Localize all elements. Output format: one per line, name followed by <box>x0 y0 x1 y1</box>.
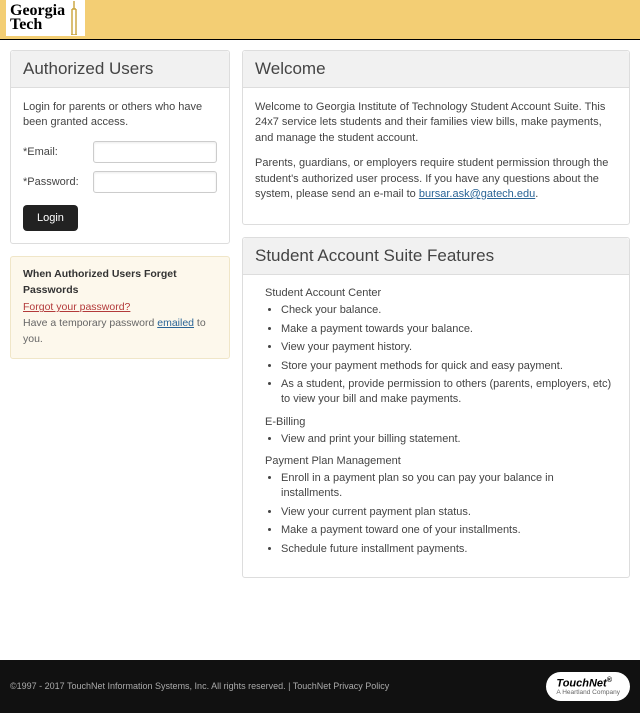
login-panel-title: Authorized Users <box>11 51 229 88</box>
logo: Georgia Tech <box>6 0 85 36</box>
ppm-list: Enroll in a payment plan so you can pay … <box>255 471 617 557</box>
footer-spacer <box>0 600 640 660</box>
footer-brand-wrap: TouchNet® A Heartland Company <box>546 672 630 701</box>
welcome-p2-post: . <box>535 188 538 200</box>
list-item: Store your payment methods for quick and… <box>281 359 617 374</box>
help-title: When Authorized Users Forget Passwords <box>23 267 217 299</box>
login-button[interactable]: Login <box>23 205 78 231</box>
ppm-head: Payment Plan Management <box>265 455 617 467</box>
email-label: *Email: <box>23 146 93 158</box>
email-input[interactable] <box>93 141 217 163</box>
logo-line2: Tech <box>10 16 42 33</box>
sac-list: Check your balance. Make a payment towar… <box>255 303 617 407</box>
features-title: Student Account Suite Features <box>243 238 629 275</box>
logo-text: Georgia Tech <box>10 4 65 31</box>
eb-head: E-Billing <box>265 416 617 428</box>
features-panel: Student Account Suite Features Student A… <box>242 237 630 578</box>
touchnet-logo-sub: A Heartland Company <box>556 689 620 696</box>
login-intro: Login for parents or others who have bee… <box>23 100 217 131</box>
list-item: As a student, provide permission to othe… <box>281 377 617 408</box>
list-item: Check your balance. <box>281 303 617 318</box>
contact-email-link[interactable]: bursar.ask@gatech.edu <box>419 188 535 200</box>
list-item: Make a payment toward one of your instal… <box>281 523 617 538</box>
tower-icon <box>67 1 81 35</box>
content-area: Authorized Users Login for parents or ot… <box>0 40 640 600</box>
list-item: View your payment history. <box>281 340 617 355</box>
welcome-p2: Parents, guardians, or employers require… <box>255 156 617 202</box>
list-item: Make a payment towards your balance. <box>281 322 617 337</box>
eb-list: View and print your billing statement. <box>255 432 617 447</box>
help-text: Have a temporary password emailed to you… <box>23 316 217 348</box>
list-item: Schedule future installment payments. <box>281 542 617 557</box>
touchnet-logo-text: TouchNet <box>556 678 606 690</box>
footer: ©1997 - 2017 TouchNet Information System… <box>0 660 640 713</box>
list-item: View and print your billing statement. <box>281 432 617 447</box>
list-item: Enroll in a payment plan so you can pay … <box>281 471 617 502</box>
left-column: Authorized Users Login for parents or ot… <box>10 50 230 359</box>
forgot-password-link[interactable]: Forgot your password? <box>23 301 130 313</box>
sac-head: Student Account Center <box>265 287 617 299</box>
header-band: Georgia Tech <box>0 0 640 40</box>
welcome-p1: Welcome to Georgia Institute of Technolo… <box>255 100 617 146</box>
password-label: *Password: <box>23 176 93 188</box>
login-panel: Authorized Users Login for parents or ot… <box>10 50 230 244</box>
emailed-link[interactable]: emailed <box>157 317 194 329</box>
welcome-panel: Welcome Welcome to Georgia Institute of … <box>242 50 630 225</box>
touchnet-logo: TouchNet® A Heartland Company <box>546 672 630 701</box>
password-input[interactable] <box>93 171 217 193</box>
help-text-pre: Have a temporary password <box>23 317 157 329</box>
welcome-title: Welcome <box>243 51 629 88</box>
footer-copyright: ©1997 - 2017 TouchNet Information System… <box>10 681 389 691</box>
right-column: Welcome Welcome to Georgia Institute of … <box>242 50 630 590</box>
list-item: View your current payment plan status. <box>281 505 617 520</box>
help-panel: When Authorized Users Forget Passwords F… <box>10 256 230 359</box>
